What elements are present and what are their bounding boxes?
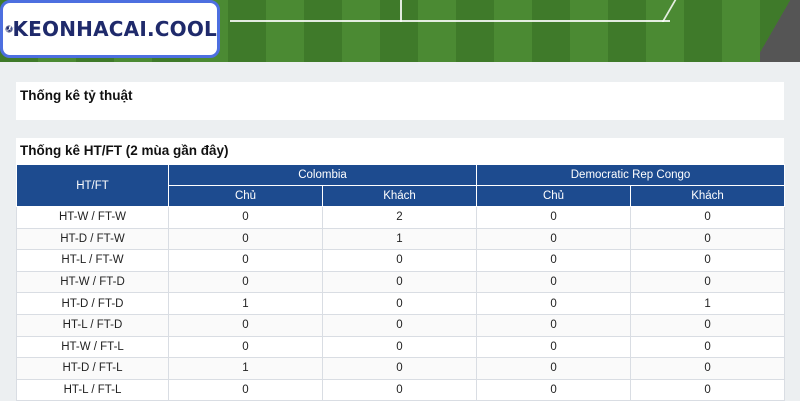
table-cell: 0: [168, 313, 323, 337]
table-cell: 0: [630, 206, 786, 229]
sub-header: Khách: [321, 185, 478, 207]
table-cell: 0: [630, 227, 786, 251]
table-cell: 0: [168, 206, 323, 229]
htft-stats-title: Thống kê HT/FT (2 mùa gần đây): [20, 143, 229, 158]
htft-stats-panel: Thống kê HT/FT (2 mùa gần đây) HT/FT Col…: [16, 138, 786, 401]
table-cell: 2: [321, 206, 478, 229]
table-cell: 0: [630, 378, 786, 401]
odds-stats-panel: Thống kê tỷ thuật: [16, 82, 784, 120]
team-header-home: Colombia: [167, 164, 478, 186]
logo-text: KEONHACAI.COOL: [12, 17, 217, 41]
table-row: HT-L / FT-L 0 0 0 0: [16, 378, 786, 401]
table-row: HT-D / FT-L 1 0 0 0: [16, 357, 786, 380]
banner-edge-shadow: [760, 0, 800, 62]
row-label: HT-W / FT-D: [16, 270, 169, 294]
table-cell: 0: [321, 313, 478, 337]
table-cell: 1: [168, 292, 323, 315]
table-row: HT-L / FT-W 0 0 0 0: [16, 249, 786, 272]
table-cell: 0: [630, 313, 786, 337]
table-cell: 0: [168, 335, 323, 359]
table-cell: 0: [630, 249, 786, 272]
site-logo[interactable]: KEONHACAI.COOL: [0, 0, 220, 58]
table-cell: 0: [476, 227, 632, 251]
row-label: HT-D / FT-L: [16, 357, 169, 380]
table-cell: 0: [321, 378, 478, 401]
table-row: HT-W / FT-W 0 2 0 0: [16, 206, 786, 229]
table-cell: 0: [168, 227, 323, 251]
row-label: HT-L / FT-W: [16, 249, 169, 272]
table-cell: 0: [476, 206, 632, 229]
odds-stats-title: Thống kê tỷ thuật: [20, 88, 133, 103]
htft-corner-header: HT/FT: [16, 164, 169, 207]
row-label: HT-L / FT-D: [16, 313, 169, 337]
table-row: HT-W / FT-L 0 0 0 0: [16, 335, 786, 359]
table-row: HT-W / FT-D 0 0 0 0: [16, 270, 786, 294]
sub-header: Chủ: [168, 185, 323, 207]
table-cell: 0: [630, 357, 786, 380]
table-cell: 0: [476, 335, 632, 359]
table-cell: 1: [630, 292, 786, 315]
sub-header: Khách: [630, 185, 786, 207]
table-cell: 1: [168, 357, 323, 380]
table-cell: 0: [476, 292, 632, 315]
row-label: HT-D / FT-D: [16, 292, 169, 315]
row-label: HT-W / FT-W: [16, 206, 169, 229]
table-cell: 0: [168, 378, 323, 401]
table-cell: 0: [476, 249, 632, 272]
row-label: HT-W / FT-L: [16, 335, 169, 359]
table-row: HT-L / FT-D 0 0 0 0: [16, 313, 786, 337]
sub-header: Chủ: [476, 185, 632, 207]
table-cell: 0: [476, 270, 632, 294]
table-cell: 0: [476, 378, 632, 401]
table-cell: 0: [630, 335, 786, 359]
table-row: HT-D / FT-W 0 1 0 0: [16, 227, 786, 251]
table-cell: 0: [321, 270, 478, 294]
table-cell: 1: [321, 227, 478, 251]
table-cell: 0: [476, 313, 632, 337]
table-cell: 0: [630, 270, 786, 294]
htft-table: HT/FT Colombia Democratic Rep Congo Chủ …: [16, 164, 786, 401]
table-cell: 0: [321, 335, 478, 359]
table-cell: 0: [321, 357, 478, 380]
table-cell: 0: [476, 357, 632, 380]
table-cell: 0: [168, 270, 323, 294]
row-label: HT-L / FT-L: [16, 378, 169, 401]
table-cell: 0: [321, 292, 478, 315]
table-cell: 0: [321, 249, 478, 272]
table-row: HT-D / FT-D 1 0 0 1: [16, 292, 786, 315]
team-header-away: Democratic Rep Congo: [476, 164, 786, 186]
row-label: HT-D / FT-W: [16, 227, 169, 251]
table-cell: 0: [168, 249, 323, 272]
